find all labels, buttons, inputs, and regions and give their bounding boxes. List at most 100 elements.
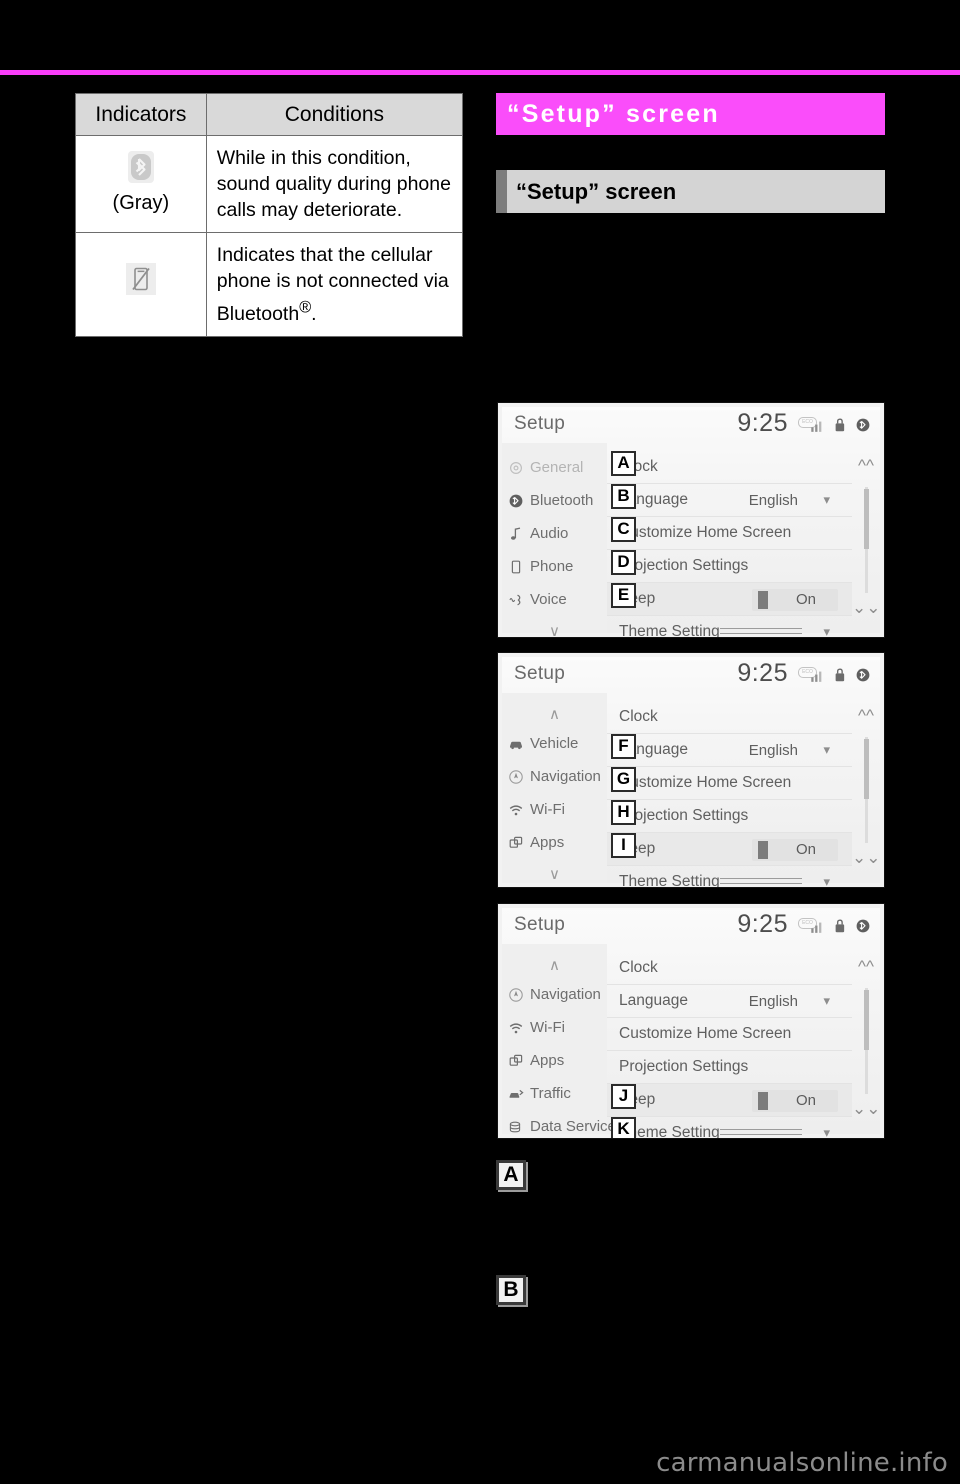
sidebar-item-label: Bluetooth [530, 492, 594, 509]
settings-row-language[interactable]: Language English ▾ [607, 734, 852, 767]
settings-row-theme-setting[interactable]: Theme Setting ▾ [607, 866, 852, 888]
sidebar-item-phone[interactable]: Phone [508, 550, 607, 583]
scrollbar-thumb[interactable] [864, 739, 869, 799]
settings-row-customize-home-screen[interactable]: Customize Home Screen [607, 767, 852, 800]
settings-row-language[interactable]: Language English ▾ [607, 985, 852, 1018]
settings-row-clock[interactable]: Clock [607, 701, 852, 734]
chevron-down-icon[interactable]: ▾ [823, 492, 830, 508]
settings-row-label: Customize Home Screen [619, 1025, 792, 1042]
settings-row-projection-settings[interactable]: Projection Settings [607, 1051, 852, 1084]
settings-row-projection-settings[interactable]: Projection Settings [607, 800, 852, 833]
settings-row-beep[interactable]: Beep On [607, 1084, 852, 1117]
screen-title: Setup [514, 663, 566, 684]
settings-row-language[interactable]: Language English ▾ [607, 484, 852, 517]
settings-row-customize-home-screen[interactable]: Customize Home Screen [607, 1018, 852, 1051]
sidebar-item-apps[interactable]: Apps [508, 1044, 607, 1077]
chevron-down-icon[interactable]: ▾ [823, 1125, 830, 1138]
settings-row-theme-setting[interactable]: Theme Setting ▾ [607, 616, 852, 637]
chevron-up-icon[interactable]: ∧ [502, 952, 607, 978]
sidebar-item-wi-fi[interactable]: Wi-Fi [508, 793, 607, 826]
scrollbar-thumb[interactable] [864, 990, 869, 1050]
scroll-down-icon[interactable]: ⌄⌄ [852, 1100, 881, 1122]
list-scrollbar[interactable]: ^^ ⌄⌄ [852, 944, 881, 1134]
settings-row-theme-setting[interactable]: Theme Setting ▾ [607, 1117, 852, 1138]
settings-row-customize-home-screen[interactable]: Customize Home Screen [607, 517, 852, 550]
callout-c: C [611, 517, 636, 542]
sidebar-item-bluetooth[interactable]: Bluetooth [508, 484, 607, 517]
setup-sidebar: ∧ Vehicle Navigation Wi-Fi Apps ∨ [502, 693, 607, 883]
lock-icon [832, 918, 848, 939]
chevron-down-icon[interactable]: ∨ [502, 861, 607, 887]
sidebar-item-voice[interactable]: Voice [508, 583, 607, 616]
beep-toggle[interactable]: On [752, 839, 838, 861]
sidebar-item-wi-fi[interactable]: Wi-Fi [508, 1011, 607, 1044]
list-scrollbar[interactable]: ^^ ⌄⌄ [852, 443, 881, 633]
sidebar-item-label: General [530, 459, 584, 476]
sidebar-item-general[interactable]: General [508, 451, 607, 484]
screen-title: Setup [514, 413, 566, 434]
beep-toggle[interactable]: On [752, 589, 838, 611]
settings-row-label: Clock [619, 708, 658, 725]
setup-screen-body: Setup 9:25 ECO ∧ Vehicle Navigation Wi-Fi Apps ∨… [502, 657, 881, 887]
sidebar-item-vehicle[interactable]: Vehicle [508, 727, 607, 760]
toggle-state-label: On [795, 591, 816, 608]
bluetooth-icon [855, 417, 871, 438]
scroll-up-icon[interactable]: ^^ [852, 707, 880, 729]
table-row: (Gray) While in this condition, sound qu… [75, 135, 464, 233]
callout-h: H [611, 800, 636, 825]
bluetooth-icon [855, 667, 871, 688]
scroll-down-icon[interactable]: ⌄⌄ [852, 599, 881, 621]
settings-row-beep[interactable]: Beep On [607, 583, 852, 616]
bluetooth-icon [508, 493, 524, 509]
sidebar-item-data-services[interactable]: Data Services [508, 1110, 623, 1138]
indicator-caption: (Gray) [112, 192, 170, 214]
settings-row-value: English [748, 741, 798, 759]
callout-d: D [611, 550, 636, 575]
chevron-down-icon[interactable]: ▾ [823, 874, 830, 887]
list-scrollbar[interactable]: ^^ ⌄⌄ [852, 693, 881, 883]
scrollbar-thumb[interactable] [864, 489, 869, 549]
sidebar-item-label: Navigation [530, 768, 601, 785]
chevron-up-icon[interactable]: ∧ [502, 701, 607, 727]
manual-page: Indicators Conditions (Gray) While in th… [0, 0, 960, 1484]
sidebar-item-navigation[interactable]: Navigation [508, 978, 607, 1011]
beep-toggle[interactable]: On [752, 1090, 838, 1112]
settings-row-label: Theme Setting [619, 873, 720, 888]
scroll-down-icon[interactable]: ⌄⌄ [852, 849, 881, 871]
sidebar-item-navigation[interactable]: Navigation [508, 760, 607, 793]
chevron-down-icon[interactable]: ▾ [823, 993, 830, 1009]
status-icons [809, 667, 871, 688]
settings-row-projection-settings[interactable]: Projection Settings [607, 550, 852, 583]
callout-k: K [611, 1117, 636, 1138]
sidebar-item-traffic[interactable]: Traffic [508, 1077, 607, 1110]
chevron-down-icon[interactable]: ▾ [823, 624, 830, 637]
status-clock: 9:25 [737, 910, 788, 938]
settings-row-beep[interactable]: Beep On [607, 833, 852, 866]
settings-row-label: Projection Settings [619, 807, 749, 824]
gear-icon [508, 460, 524, 476]
scroll-up-icon[interactable]: ^^ [852, 457, 880, 479]
callout-b: B [611, 484, 636, 509]
settings-row-label: Projection Settings [619, 1058, 749, 1075]
section-title-bar: “Setup” screen [496, 170, 885, 213]
callout-j: J [611, 1084, 636, 1109]
chevron-down-icon[interactable]: ▾ [823, 742, 830, 758]
sidebar-item-label: Audio [530, 525, 569, 542]
section-tick [496, 170, 507, 213]
wifi-icon [508, 802, 524, 818]
setup-screenshot-3: Setup 9:25 ECO ∧ Navigation Wi-Fi Apps Traffic D… [497, 903, 885, 1139]
sidebar-item-audio[interactable]: Audio [508, 517, 607, 550]
callout-i: I [611, 833, 636, 858]
condition-cell: While in this condition, sound quality d… [205, 135, 464, 233]
settings-row-clock[interactable]: Clock [607, 451, 852, 484]
screen-title: Setup [514, 914, 566, 935]
sidebar-item-label: Apps [530, 834, 565, 851]
settings-row-clock[interactable]: Clock [607, 952, 852, 985]
right-column: “Setup” screen “Setup” screen Setup 9:25 E… [496, 0, 896, 1484]
callout-e: E [611, 583, 636, 608]
condition-cell: Indicates that the cellular phone is not… [205, 232, 464, 337]
sidebar-item-apps[interactable]: Apps [508, 826, 607, 859]
site-watermark: carmanualsonline.info [656, 1448, 948, 1478]
chevron-down-icon[interactable]: ∨ [502, 618, 607, 637]
scroll-up-icon[interactable]: ^^ [852, 958, 880, 980]
